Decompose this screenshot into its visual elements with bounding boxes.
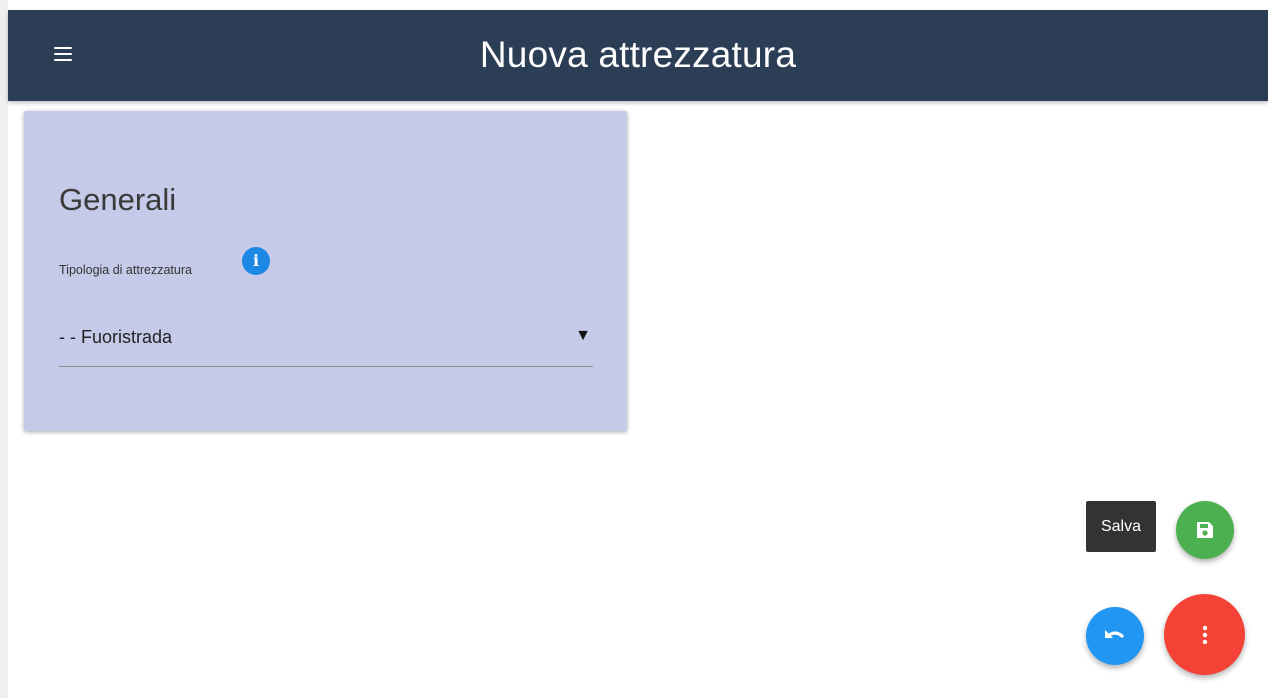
card-title: Generali [59, 182, 177, 217]
vertical-dots-icon [1202, 625, 1207, 644]
info-icon[interactable]: i [242, 247, 270, 275]
more-actions-button[interactable] [1164, 594, 1245, 675]
floppy-disk-icon [1197, 522, 1213, 538]
undo-icon [1105, 630, 1124, 638]
save-button[interactable] [1176, 501, 1234, 559]
undo-button[interactable] [1086, 607, 1144, 665]
page-title: Nuova attrezzatura [479, 34, 797, 75]
chevron-down-icon: ▼ [575, 327, 591, 344]
app-header: Nuova attrezzatura [8, 10, 1268, 101]
equipment-type-selected-value: - - Fuoristrada [59, 327, 173, 347]
app-viewport: Nuova attrezzatura Generali Tipologia di… [0, 0, 1268, 698]
save-tooltip: Salva [1086, 501, 1156, 552]
left-edge-strip [0, 0, 8, 698]
equipment-type-label: Tipologia di attrezzatura [59, 263, 192, 277]
equipment-type-select[interactable]: - - Fuoristrada ▼ [59, 316, 593, 367]
general-card: Generali Tipologia di attrezzatura i - -… [24, 111, 627, 431]
